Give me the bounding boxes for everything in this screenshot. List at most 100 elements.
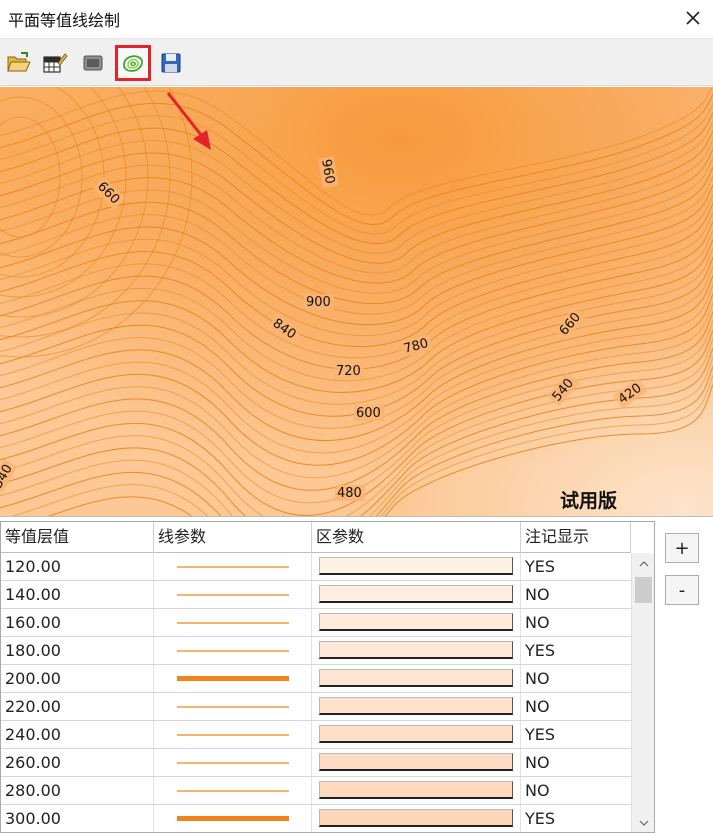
line-swatch xyxy=(177,594,289,596)
level-value[interactable]: 140.00 xyxy=(1,581,154,608)
fill-swatch xyxy=(319,585,513,603)
line-swatch xyxy=(177,790,289,792)
table-row[interactable]: 180.00 YES xyxy=(1,637,631,665)
fill-params-cell[interactable] xyxy=(312,609,521,636)
table-row[interactable]: 140.00 NO xyxy=(1,581,631,609)
save-button[interactable] xyxy=(156,48,186,78)
line-params-cell[interactable] xyxy=(154,637,312,664)
label-display-value[interactable]: YES xyxy=(521,721,631,748)
contour-label: 600 xyxy=(356,406,381,421)
line-params-cell[interactable] xyxy=(154,749,312,776)
fill-swatch xyxy=(319,557,513,575)
line-params-cell[interactable] xyxy=(154,693,312,720)
line-params-cell[interactable] xyxy=(154,805,312,832)
label-display-value[interactable]: NO xyxy=(521,777,631,804)
table-row[interactable]: 280.00 NO xyxy=(1,777,631,805)
label-display-value[interactable]: NO xyxy=(521,609,631,636)
label-display-value[interactable]: YES xyxy=(521,553,631,580)
fill-swatch xyxy=(319,613,513,631)
title-bar: 平面等值线绘制 xyxy=(0,0,713,36)
label-display-value[interactable]: YES xyxy=(521,637,631,664)
remove-level-button[interactable]: - xyxy=(665,575,699,605)
open-icon xyxy=(7,52,31,72)
fill-swatch xyxy=(319,781,513,799)
line-params-cell[interactable] xyxy=(154,553,312,580)
edit-grid-button[interactable] xyxy=(40,48,70,78)
level-value[interactable]: 300.00 xyxy=(1,805,154,832)
level-value[interactable]: 160.00 xyxy=(1,609,154,636)
fill-params-cell[interactable] xyxy=(312,721,521,748)
fill-params-cell[interactable] xyxy=(312,777,521,804)
label-display-value[interactable]: YES xyxy=(521,805,631,832)
fill-swatch xyxy=(319,669,513,687)
display-button[interactable] xyxy=(78,48,108,78)
level-value[interactable]: 240.00 xyxy=(1,721,154,748)
line-params-cell[interactable] xyxy=(154,581,312,608)
contour-button[interactable] xyxy=(115,45,151,81)
contour-map-canvas: 660960900840780720600660540 420480540 xyxy=(0,87,713,516)
label-display-value[interactable]: NO xyxy=(521,581,631,608)
fill-swatch xyxy=(319,725,513,743)
line-swatch xyxy=(177,676,289,681)
header-label-display[interactable]: 注记显示 xyxy=(521,522,631,553)
close-button[interactable] xyxy=(679,4,707,32)
open-button[interactable] xyxy=(4,48,34,78)
fill-params-cell[interactable] xyxy=(312,665,521,692)
label-display-value[interactable]: NO xyxy=(521,665,631,692)
scroll-up-button[interactable] xyxy=(632,553,654,575)
chevron-down-icon xyxy=(639,820,648,826)
fill-swatch xyxy=(319,809,513,827)
table-scrollbar[interactable] xyxy=(631,553,654,832)
table-header: 等值层值 线参数 区参数 注记显示 xyxy=(1,522,631,553)
close-icon xyxy=(686,11,700,25)
fill-params-cell[interactable] xyxy=(312,749,521,776)
level-value[interactable]: 200.00 xyxy=(1,665,154,692)
display-icon xyxy=(83,55,103,71)
table-row[interactable]: 240.00 YES xyxy=(1,721,631,749)
table-row[interactable]: 200.00 NO xyxy=(1,665,631,693)
window-title: 平面等值线绘制 xyxy=(8,11,121,30)
contour-label: 480 xyxy=(337,486,362,501)
fill-params-cell[interactable] xyxy=(312,637,521,664)
contour-label: 720 xyxy=(336,364,361,379)
edit-grid-icon xyxy=(43,53,68,73)
table-row[interactable]: 300.00 YES xyxy=(1,805,631,832)
contour-label: 900 xyxy=(306,295,331,310)
header-level[interactable]: 等值层值 xyxy=(1,522,154,553)
fill-swatch xyxy=(319,697,513,715)
level-value[interactable]: 280.00 xyxy=(1,777,154,804)
level-value[interactable]: 120.00 xyxy=(1,553,154,580)
fill-params-cell[interactable] xyxy=(312,805,521,832)
level-value[interactable]: 180.00 xyxy=(1,637,154,664)
fill-params-cell[interactable] xyxy=(312,553,521,580)
table-row[interactable]: 160.00 NO xyxy=(1,609,631,637)
level-value[interactable]: 260.00 xyxy=(1,749,154,776)
line-swatch xyxy=(177,706,289,708)
level-value[interactable]: 220.00 xyxy=(1,693,154,720)
contour-level-table: 等值层值 线参数 区参数 注记显示 120.00 YES 140.00 NO 160.0… xyxy=(0,521,655,833)
trial-watermark: 试用版 xyxy=(560,490,618,512)
contour-dialog: 平面等值线绘制 660 960 900 840 780 720 600 660 … xyxy=(0,0,713,835)
header-line-params[interactable]: 线参数 xyxy=(154,522,312,553)
line-swatch xyxy=(177,566,289,568)
scroll-thumb[interactable] xyxy=(635,577,652,603)
add-level-button[interactable]: + xyxy=(665,533,699,563)
line-params-cell[interactable] xyxy=(154,609,312,636)
scroll-down-button[interactable] xyxy=(632,812,654,832)
fill-params-cell[interactable] xyxy=(312,581,521,608)
header-fill-params[interactable]: 区参数 xyxy=(312,522,521,553)
label-display-value[interactable]: NO xyxy=(521,749,631,776)
table-row[interactable]: 260.00 NO xyxy=(1,749,631,777)
contour-map[interactable]: 660 960 900 840 780 720 600 660 540 420 480 540 试用版 xyxy=(0,87,713,517)
line-params-cell[interactable] xyxy=(154,777,312,804)
line-swatch xyxy=(177,622,289,624)
line-params-cell[interactable] xyxy=(154,721,312,748)
save-icon xyxy=(161,53,181,73)
table-row[interactable]: 120.00 YES xyxy=(1,553,631,581)
label-display-value[interactable]: NO xyxy=(521,693,631,720)
table-row[interactable]: 220.00 NO xyxy=(1,693,631,721)
line-params-cell[interactable] xyxy=(154,665,312,692)
fill-params-cell[interactable] xyxy=(312,693,521,720)
line-swatch xyxy=(177,734,289,736)
line-swatch xyxy=(177,762,289,764)
